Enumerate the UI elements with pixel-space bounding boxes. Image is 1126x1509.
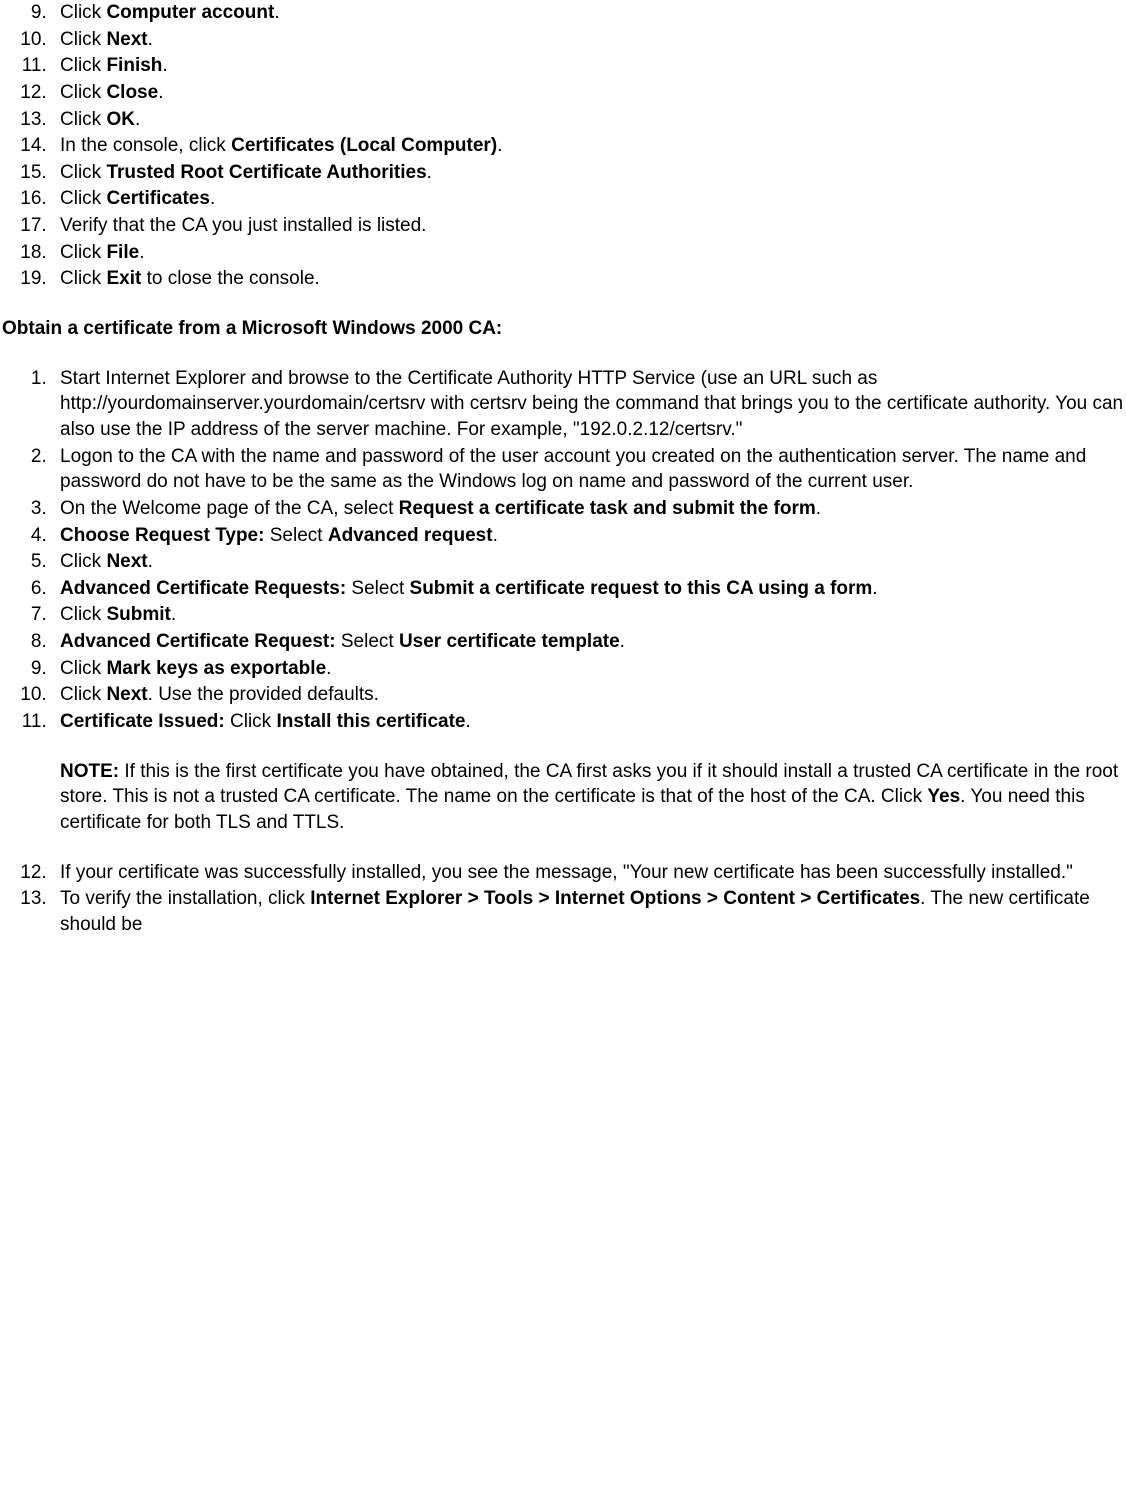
list-item: Verify that the CA you just installed is…	[52, 213, 1126, 239]
list-item: Click Finish.	[52, 53, 1126, 79]
list-item: Start Internet Explorer and browse to th…	[52, 366, 1126, 443]
list-item: Choose Request Type: Select Advanced req…	[52, 523, 1126, 549]
list-item: Click Next.	[52, 27, 1126, 53]
list-item: To verify the installation, click Intern…	[52, 886, 1126, 937]
list-item: On the Welcome page of the CA, select Re…	[52, 496, 1126, 522]
list-item: Click Submit.	[52, 602, 1126, 628]
list-item: In the console, click Certificates (Loca…	[52, 133, 1126, 159]
list-item: Advanced Certificate Requests: Select Su…	[52, 576, 1126, 602]
list-item: Click Close.	[52, 80, 1126, 106]
instruction-list-2: Start Internet Explorer and browse to th…	[0, 366, 1126, 938]
list-item: Advanced Certificate Request: Select Use…	[52, 629, 1126, 655]
instruction-list-1: Click Computer account.Click Next.Click …	[0, 0, 1126, 292]
note-block: NOTE: If this is the first certificate y…	[60, 759, 1126, 836]
list-item: Click OK.	[52, 107, 1126, 133]
list-item: Click Next. Use the provided defaults.	[52, 682, 1126, 708]
list-item: Click Next.	[52, 549, 1126, 575]
list-item: Click Exit to close the console.	[52, 266, 1126, 292]
section-heading: Obtain a certificate from a Microsoft Wi…	[2, 316, 1126, 342]
list-item: Click File.	[52, 240, 1126, 266]
list-item: Click Computer account.	[52, 0, 1126, 26]
list-item: Logon to the CA with the name and passwo…	[52, 444, 1126, 495]
list-item: Click Mark keys as exportable.	[52, 656, 1126, 682]
list-item: If your certificate was successfully ins…	[52, 860, 1126, 886]
list-item: Certificate Issued: Click Install this c…	[52, 709, 1126, 836]
list-item: Click Certificates.	[52, 186, 1126, 212]
list-item: Click Trusted Root Certificate Authoriti…	[52, 160, 1126, 186]
